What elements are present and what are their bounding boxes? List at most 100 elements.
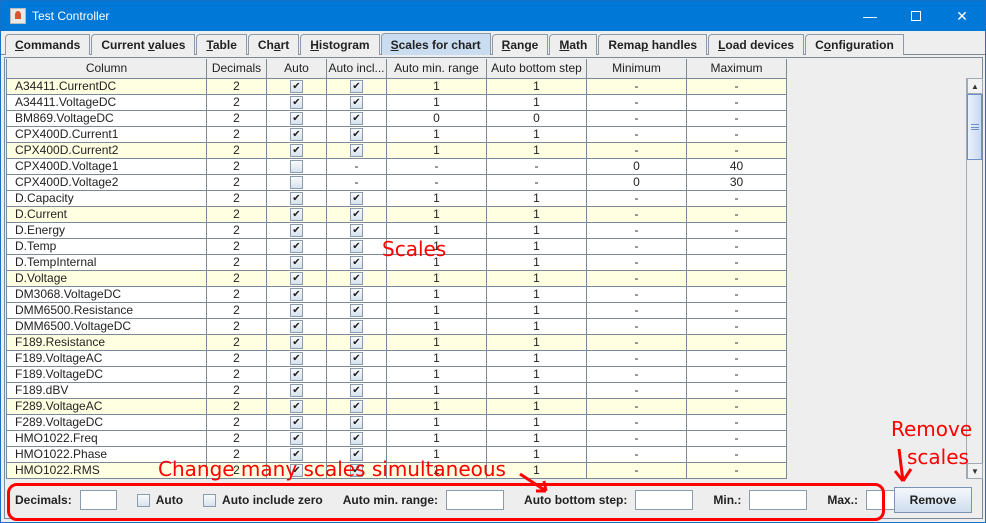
tab-load-devices[interactable]: Load devices [708, 34, 805, 55]
cell-min-range[interactable]: 1 [386, 93, 487, 111]
cell-name[interactable]: DMM6500.Resistance [6, 301, 207, 319]
cell-decimals[interactable]: 2 [206, 237, 267, 255]
cell-min-range[interactable]: 1 [386, 397, 487, 415]
cell-minimum[interactable]: 0 [586, 173, 687, 191]
cell-bottom-step[interactable]: 1 [486, 125, 587, 143]
cell-auto-incl[interactable]: ✔ [326, 237, 387, 255]
cell-auto-incl[interactable]: ✔ [326, 365, 387, 383]
auto-checkbox[interactable]: Auto [136, 493, 183, 507]
cell-name[interactable]: CPX400D.Voltage1 [6, 157, 207, 175]
cell-bottom-step[interactable]: 1 [486, 285, 587, 303]
cell-auto[interactable]: ✔ [266, 77, 327, 95]
cell-maximum[interactable]: - [686, 397, 787, 415]
cell-minimum[interactable]: - [586, 445, 687, 463]
table-row[interactable]: BM869.VoltageDC 2 ✔ ✔ 0 0- - [6, 109, 787, 127]
cell-name[interactable]: D.Energy [6, 221, 207, 239]
checked-checkbox-icon[interactable]: ✔ [350, 368, 363, 381]
cell-auto[interactable]: ✔ [266, 413, 327, 431]
tab-commands[interactable]: Commands [5, 34, 91, 55]
cell-auto[interactable]: ✔ [266, 397, 327, 415]
table-row[interactable]: F189.VoltageAC 2 ✔ ✔ 1 1- - [6, 349, 787, 367]
auto-min-range-input[interactable] [446, 490, 505, 510]
table-row[interactable]: F289.VoltageDC 2 ✔ ✔ 1 1- - [6, 413, 787, 431]
cell-maximum[interactable]: - [686, 205, 787, 223]
cell-name[interactable]: HMO1022.Phase [6, 445, 207, 463]
cell-name[interactable]: D.Capacity [6, 189, 207, 207]
cell-name[interactable]: A34411.CurrentDC [6, 77, 207, 95]
cell-maximum[interactable]: - [686, 93, 787, 111]
cell-minimum[interactable]: - [586, 381, 687, 399]
checked-checkbox-icon[interactable]: ✔ [290, 288, 303, 301]
cell-auto-incl[interactable]: ✔ [326, 429, 387, 447]
cell-auto-incl[interactable]: ✔ [326, 333, 387, 351]
cell-bottom-step[interactable]: 1 [486, 333, 587, 351]
min-input[interactable] [749, 490, 808, 510]
cell-decimals[interactable]: 2 [206, 93, 267, 111]
close-button[interactable]: ✕ [939, 1, 985, 31]
checked-checkbox-icon[interactable]: ✔ [290, 208, 303, 221]
cell-bottom-step[interactable]: 1 [486, 349, 587, 367]
cell-name[interactable]: HMO1022.Freq [6, 429, 207, 447]
checked-checkbox-icon[interactable]: ✔ [290, 80, 303, 93]
checked-checkbox-icon[interactable]: ✔ [350, 96, 363, 109]
checked-checkbox-icon[interactable]: ✔ [350, 464, 363, 477]
checked-checkbox-icon[interactable]: ✔ [290, 464, 303, 477]
checked-checkbox-icon[interactable]: ✔ [290, 112, 303, 125]
table-row[interactable]: D.Current 2 ✔ ✔ 1 1- - [6, 205, 787, 223]
cell-decimals[interactable]: 2 [206, 77, 267, 95]
cell-decimals[interactable]: 2 [206, 365, 267, 383]
cell-name[interactable] [6, 477, 207, 479]
cell-maximum[interactable]: - [686, 285, 787, 303]
cell-auto[interactable]: ✔ [266, 205, 327, 223]
tab-configuration[interactable]: Configuration [805, 34, 904, 55]
cell-auto-incl[interactable]: ✔ [326, 381, 387, 399]
cell-decimals[interactable]: 2 [206, 253, 267, 271]
cell-maximum[interactable]: - [686, 141, 787, 159]
cell-bottom-step[interactable]: 1 [486, 221, 587, 239]
tab-remap-handles[interactable]: Remap handles [598, 34, 708, 55]
cell-minimum[interactable]: - [586, 317, 687, 335]
cell-min-range[interactable]: 1 [386, 141, 487, 159]
cell-maximum[interactable]: - [686, 301, 787, 319]
cell-name[interactable]: F289.VoltageAC [6, 397, 207, 415]
cell-minimum[interactable]: - [586, 205, 687, 223]
cell-bottom-step[interactable]: 1 [486, 301, 587, 319]
cell-bottom-step[interactable]: - [486, 157, 587, 175]
cell-minimum[interactable]: - [586, 269, 687, 287]
cell-name[interactable]: D.TempInternal [6, 253, 207, 271]
cell-auto[interactable]: ✔ [266, 285, 327, 303]
cell-min-range[interactable]: 1 [386, 77, 487, 95]
cell-bottom-step[interactable]: 1 [486, 205, 587, 223]
table-row[interactable]: F189.VoltageDC 2 ✔ ✔ 1 1- - [6, 365, 787, 383]
cell-maximum[interactable]: - [686, 125, 787, 143]
checked-checkbox-icon[interactable]: ✔ [290, 144, 303, 157]
cell-min-range[interactable]: 0 [386, 109, 487, 127]
cell-auto[interactable]: ✔ [266, 141, 327, 159]
cell-auto-incl[interactable]: ✔ [326, 397, 387, 415]
cell-maximum[interactable]: - [686, 333, 787, 351]
cell-auto-incl[interactable]: ✔ [326, 445, 387, 463]
cell-maximum[interactable]: - [686, 477, 787, 479]
maximize-button[interactable] [893, 1, 939, 31]
tab-current-values[interactable]: Current values [91, 34, 196, 55]
checked-checkbox-icon[interactable]: ✔ [350, 400, 363, 413]
cell-minimum[interactable]: 0 [586, 157, 687, 175]
cell-auto[interactable]: ✔ [266, 317, 327, 335]
cell-decimals[interactable]: 2 [206, 461, 267, 479]
cell-name[interactable]: DM3068.VoltageDC [6, 285, 207, 303]
cell-decimals[interactable]: 2 [206, 173, 267, 191]
cell-min-range[interactable]: 1 [386, 285, 487, 303]
cell-name[interactable]: F289.VoltageDC [6, 413, 207, 431]
checked-checkbox-icon[interactable]: ✔ [350, 288, 363, 301]
cell-name[interactable]: A34411.VoltageDC [6, 93, 207, 111]
table-row[interactable]: HMO1022.Phase 2 ✔ ✔ 1 1- - [6, 445, 787, 463]
cell-bottom-step[interactable]: 1 [486, 93, 587, 111]
checked-checkbox-icon[interactable]: ✔ [290, 368, 303, 381]
cell-name[interactable]: CPX400D.Voltage2 [6, 173, 207, 191]
cell-name[interactable]: F189.VoltageAC [6, 349, 207, 367]
table-row[interactable]: CPX400D.Voltage1 2- - -0 40 [6, 157, 787, 175]
cell-bottom-step[interactable]: - [486, 173, 587, 191]
cell-min-range[interactable]: - [386, 173, 487, 191]
checked-checkbox-icon[interactable]: ✔ [350, 432, 363, 445]
cell-auto[interactable]: ✔ [266, 381, 327, 399]
